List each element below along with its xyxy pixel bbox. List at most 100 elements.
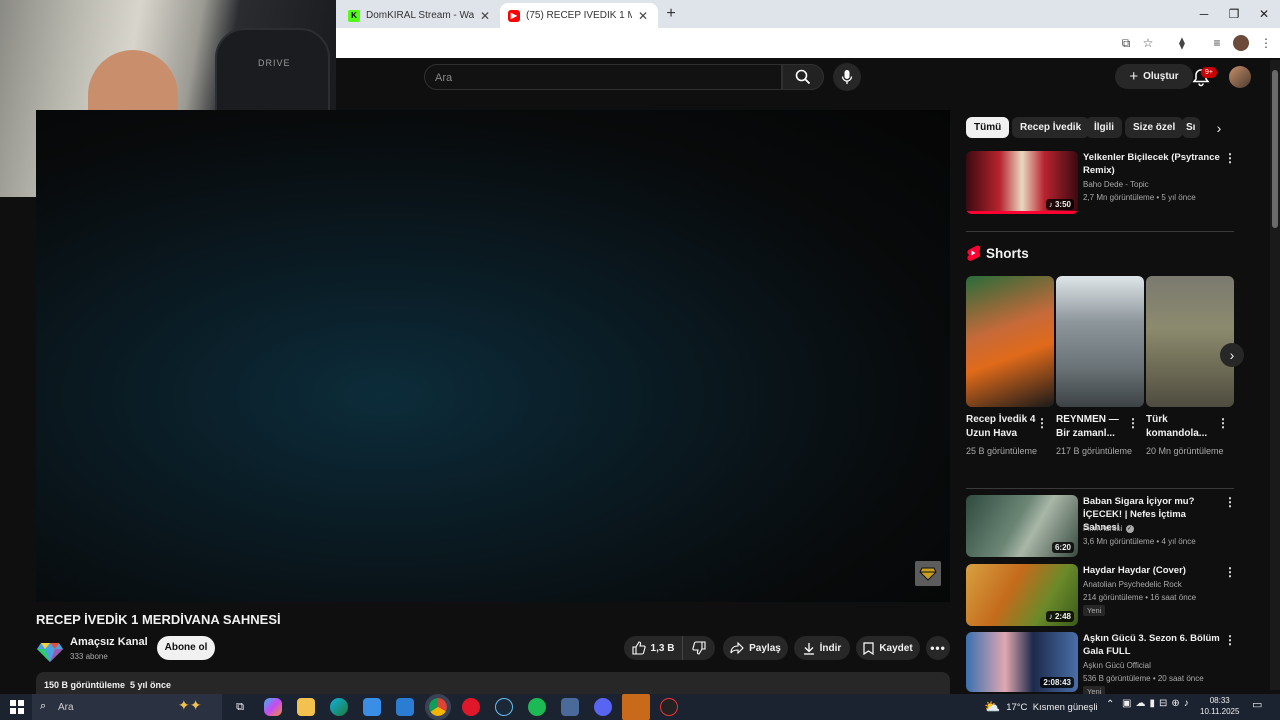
channel-name[interactable]: Amaçsız Kanal	[70, 636, 148, 648]
more-options-icon[interactable]: ⋮	[1224, 633, 1236, 647]
app-icon[interactable]	[561, 698, 579, 716]
opera-icon[interactable]	[462, 698, 480, 716]
install-app-icon[interactable]: ⧉	[1118, 35, 1134, 51]
duration-badge: ♪ 3:50	[1045, 199, 1074, 210]
share-button[interactable]: Paylaş	[723, 636, 788, 660]
steam-icon[interactable]	[495, 698, 513, 716]
related-title[interactable]: Haydar Haydar (Cover)	[1083, 564, 1223, 577]
related-thumbnail[interactable]: ♪ 3:50	[966, 151, 1078, 214]
like-count: 1,3 B	[650, 642, 675, 654]
related-meta: 2,7 Mn görüntüleme • 5 yıl önce	[1083, 193, 1196, 202]
tab-title: (75) RECEP İVEDİK 1 MERDİVANA	[526, 10, 632, 21]
duration-text: 2:48	[1054, 612, 1071, 621]
duration-text: 3:50	[1054, 200, 1071, 209]
short-title[interactable]: REYNMEN — Bir zamanl...	[1056, 413, 1132, 441]
save-button[interactable]: Kaydet	[856, 636, 920, 660]
menu-kebab-icon[interactable]: ⋮	[1258, 35, 1274, 51]
more-options-icon[interactable]: ⋮	[1224, 495, 1236, 509]
copilot-icon[interactable]	[264, 698, 282, 716]
download-icon	[803, 642, 814, 655]
dislike-button[interactable]	[682, 636, 715, 660]
more-options-icon[interactable]: ⋮	[1036, 416, 1048, 430]
restore-button[interactable]: ❐	[1224, 5, 1244, 23]
share-arrow-icon	[730, 642, 744, 654]
chip-recep-ivedik[interactable]: Recep İvedik	[1012, 117, 1090, 138]
voice-search-button[interactable]	[833, 63, 861, 91]
related-channel[interactable]: Baho Dede - Topic	[1083, 178, 1149, 191]
mail-icon[interactable]	[396, 698, 414, 716]
subscribe-button[interactable]: Abone ol	[157, 636, 215, 660]
chrome-icon[interactable]	[425, 694, 451, 720]
thumbs-down-icon	[692, 641, 706, 655]
more-options-icon[interactable]: ⋮	[1224, 151, 1236, 165]
more-actions-button[interactable]: •••	[926, 636, 950, 660]
short-views: 217 B görüntüleme	[1056, 446, 1133, 456]
tab-domkiral-stream[interactable]: K DomKIRAL Stream - Watch Live ✕	[340, 3, 500, 28]
scrollbar-thumb[interactable]	[1272, 70, 1278, 228]
bookmark-star-icon[interactable]: ☆	[1140, 35, 1156, 51]
active-app-icon[interactable]	[622, 694, 650, 720]
like-button[interactable]: 1,3 B	[624, 636, 682, 660]
share-label: Paylaş	[749, 642, 781, 654]
extensions-icon[interactable]: ⧫	[1174, 35, 1190, 51]
chevron-up-icon[interactable]: ⌃	[1106, 699, 1114, 710]
browser-toolbar	[336, 28, 1280, 58]
related-title[interactable]: Yelkenler Biçilecek (Psytrance Remix)	[1083, 151, 1223, 177]
shorts-title: Shorts	[986, 245, 1029, 261]
related-title[interactable]: Aşkın Gücü 3. Sezon 6. Bölüm Gala FULL	[1083, 632, 1223, 658]
channel-avatar[interactable]	[36, 636, 64, 664]
more-options-icon[interactable]: ⋮	[1224, 565, 1236, 579]
task-view-icon[interactable]: ⧉	[231, 698, 249, 716]
more-options-icon[interactable]: ⋮	[1127, 416, 1139, 430]
chip-all[interactable]: Tümü	[966, 117, 1010, 138]
chip-related[interactable]: İlgili	[1086, 117, 1122, 138]
youtube-icon: ▶	[508, 9, 520, 22]
weather-widget[interactable]: ⛅ 17°C Kısmen güneşli	[984, 694, 1098, 720]
channel-watermark[interactable]	[915, 561, 941, 586]
close-tab-icon[interactable]: ✕	[478, 9, 492, 23]
shorts-logo-icon	[967, 245, 980, 261]
close-window-button[interactable]: ✕	[1254, 5, 1274, 23]
notification-center-icon[interactable]: ▭	[1252, 698, 1262, 711]
close-tab-icon[interactable]: ✕	[636, 9, 650, 23]
download-button[interactable]: İndir	[794, 636, 850, 660]
video-player[interactable]	[36, 110, 950, 602]
profile-avatar-icon[interactable]	[1233, 35, 1249, 51]
more-options-icon[interactable]: ⋮	[1217, 416, 1229, 430]
spotify-icon[interactable]	[528, 698, 546, 716]
account-avatar[interactable]	[1229, 66, 1251, 88]
taskbar-clock[interactable]: 08:33 10.11.2025	[1200, 695, 1239, 717]
store-icon[interactable]	[363, 698, 381, 716]
short-thumbnail[interactable]	[966, 276, 1054, 407]
related-thumbnail[interactable]: ♪ 2:48	[966, 564, 1078, 626]
related-thumbnail[interactable]: 2:08:43	[966, 632, 1078, 692]
chip-for-you[interactable]: Size özel	[1125, 117, 1184, 138]
obs-icon[interactable]	[660, 698, 678, 716]
tab-youtube-active[interactable]: ▶ (75) RECEP İVEDİK 1 MERDİVANA ✕	[500, 3, 658, 28]
thumbs-up-icon	[631, 641, 646, 655]
copilot-sparkle-icon[interactable]: ✦✦	[178, 697, 201, 714]
reading-list-icon[interactable]: ≡	[1209, 35, 1225, 51]
related-thumbnail[interactable]: 6:20	[966, 495, 1078, 557]
minimize-button[interactable]: ─	[1194, 5, 1214, 23]
related-channel[interactable]: Film Adresi ✓	[1083, 522, 1134, 535]
search-input[interactable]: Ara	[424, 64, 782, 90]
related-channel[interactable]: Anatolian Psychedelic Rock	[1083, 578, 1182, 591]
chip-truncated[interactable]: Sı	[1182, 117, 1200, 138]
divider	[966, 488, 1234, 489]
shorts-next-chevron-icon[interactable]: ›	[1220, 343, 1244, 367]
file-explorer-icon[interactable]	[297, 698, 315, 716]
short-thumbnail[interactable]	[1056, 276, 1144, 407]
create-button[interactable]: + Oluştur	[1115, 64, 1193, 89]
discord-icon[interactable]	[594, 698, 612, 716]
tray-icons[interactable]: ▣☁▮⊟⊕♪	[1122, 698, 1193, 709]
related-channel[interactable]: Aşkın Gücü Official	[1083, 659, 1151, 672]
windows-start-icon[interactable]	[10, 700, 24, 714]
chips-next-chevron-icon[interactable]: ›	[1210, 118, 1228, 138]
new-tab-button[interactable]: +	[662, 5, 680, 23]
edge-icon[interactable]	[330, 698, 348, 716]
short-title[interactable]: Recep İvedik 4 Uzun Hava	[966, 413, 1042, 441]
short-thumbnail[interactable]	[1146, 276, 1234, 407]
short-title[interactable]: Türk komandola...	[1146, 413, 1222, 441]
search-button[interactable]	[782, 64, 824, 90]
